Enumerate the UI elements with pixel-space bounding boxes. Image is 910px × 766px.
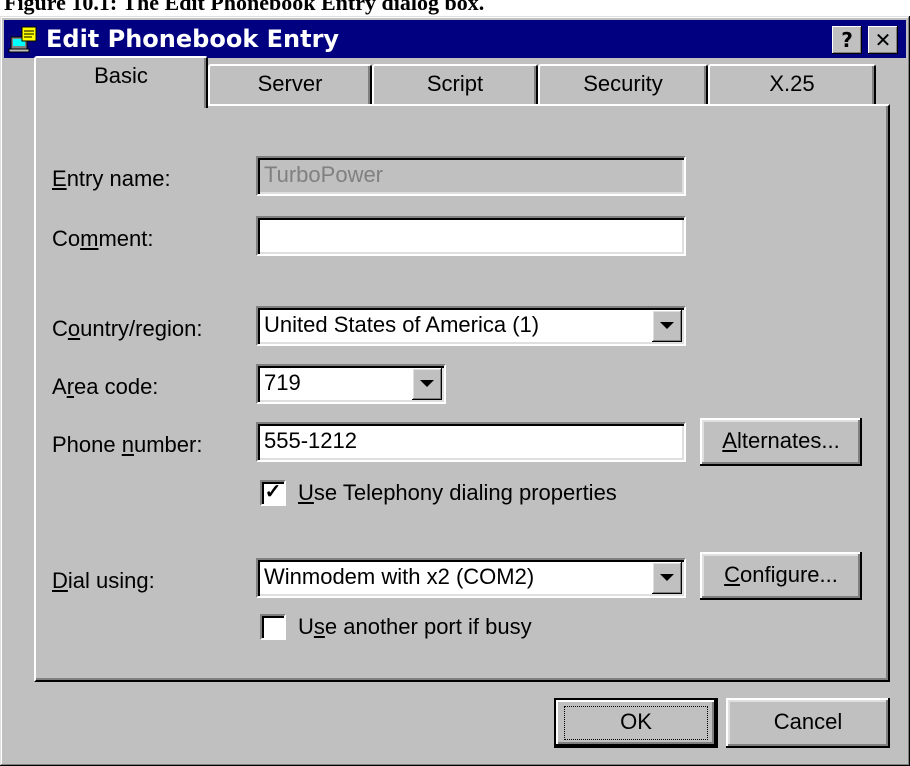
- area-code-select[interactable]: 719: [256, 364, 446, 404]
- phone-number-label: Phone number:: [52, 432, 203, 457]
- tab-server[interactable]: Server: [208, 64, 372, 104]
- tab-script[interactable]: Script: [372, 64, 538, 104]
- another-port-checkbox[interactable]: [260, 614, 286, 640]
- tab-script-label: Script: [426, 71, 484, 96]
- window-title: Edit Phonebook Entry: [46, 25, 340, 53]
- phone-number-field[interactable]: 555-1212: [256, 422, 686, 462]
- configure-button[interactable]: Configure...: [700, 552, 862, 600]
- dial-using-value: Winmodem with x2 (COM2): [264, 564, 535, 589]
- area-code-label: Area code:: [52, 374, 159, 399]
- another-port-label[interactable]: Use another port if busy: [298, 614, 532, 640]
- tab-security[interactable]: Security: [538, 64, 708, 104]
- comment-label: Comment:: [52, 226, 154, 251]
- use-telephony-checkbox[interactable]: ✓: [260, 480, 286, 506]
- alternates-button[interactable]: Alternates...: [700, 418, 862, 466]
- entry-name-label: Entry name:: [52, 166, 171, 191]
- country-label: Country/region:: [52, 316, 203, 341]
- focus-rect: [564, 706, 708, 740]
- help-button[interactable]: ?: [832, 26, 862, 54]
- country-dropdown-icon[interactable]: [652, 310, 682, 342]
- tab-server-label: Server: [257, 71, 323, 96]
- caption-strip: Figure 10.1: The Edit Phonebook Entry di…: [0, 0, 910, 16]
- area-code-dropdown-icon[interactable]: [412, 368, 442, 400]
- dial-using-label: Dial using:: [52, 568, 155, 593]
- tab-basic-label: Basic: [94, 63, 148, 88]
- phonebook-icon: [8, 26, 37, 53]
- cancel-button[interactable]: Cancel: [726, 698, 890, 748]
- entry-name-field[interactable]: TurboPower: [256, 156, 686, 196]
- tab-x25-label: X.25: [769, 71, 815, 96]
- dial-using-select[interactable]: Winmodem with x2 (COM2): [256, 558, 686, 598]
- country-value: United States of America (1): [264, 312, 540, 337]
- area-code-value: 719: [264, 370, 301, 395]
- tab-x25[interactable]: X.25: [708, 64, 876, 104]
- dial-using-dropdown-icon[interactable]: [652, 562, 682, 594]
- tab-basic[interactable]: Basic: [34, 56, 208, 108]
- country-select[interactable]: United States of America (1): [256, 306, 686, 346]
- ok-button[interactable]: OK: [554, 698, 718, 748]
- caption-text: Figure 10.1: The Edit Phonebook Entry di…: [4, 0, 485, 15]
- close-button[interactable]: ✕: [868, 26, 898, 54]
- use-telephony-label[interactable]: Use Telephony dialing properties: [298, 480, 617, 506]
- tab-security-label: Security: [583, 71, 663, 96]
- title-bar[interactable]: Edit Phonebook Entry ? ✕: [4, 20, 906, 58]
- comment-field[interactable]: [256, 216, 686, 256]
